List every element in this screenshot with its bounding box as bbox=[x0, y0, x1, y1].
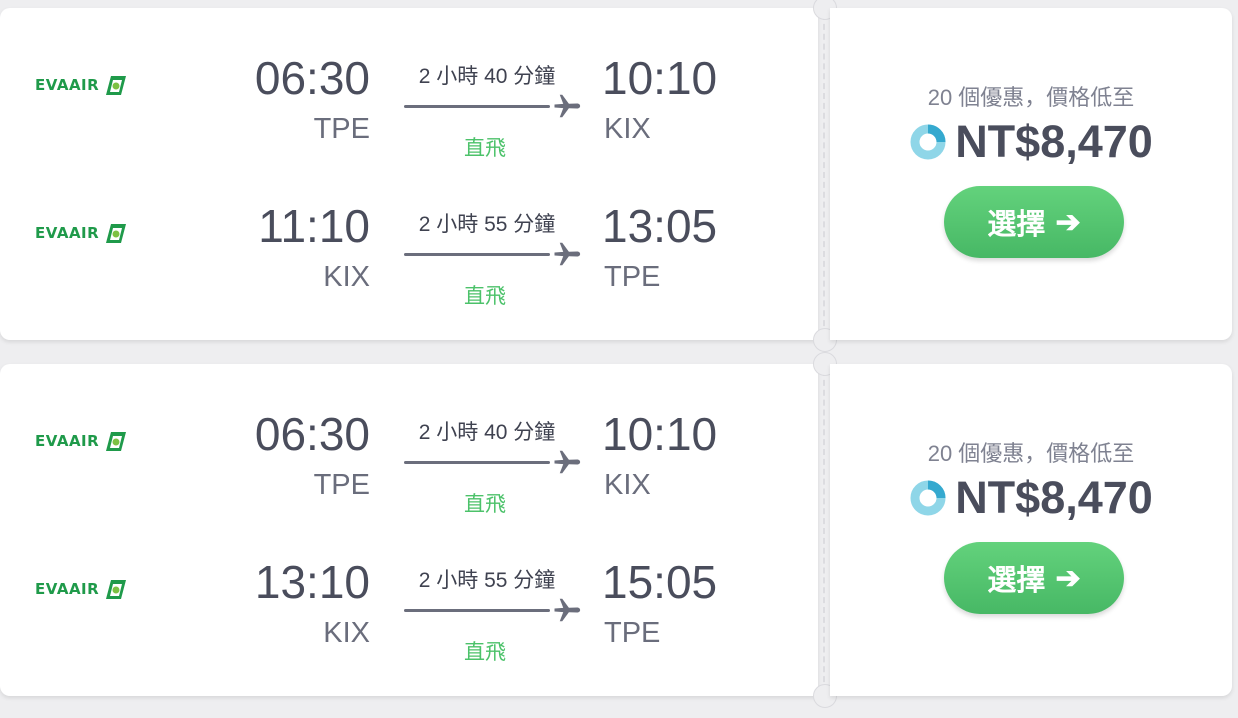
select-button[interactable]: 選擇 ➔ bbox=[944, 542, 1124, 614]
price-row: NT$8,470 bbox=[830, 116, 1232, 168]
nonstop-label: 直飛 bbox=[464, 285, 506, 308]
arrival-time: 13:05 bbox=[602, 200, 718, 252]
select-button-label: 選擇 bbox=[987, 209, 1046, 241]
arrival-airport: KIX bbox=[604, 469, 651, 501]
plane-icon bbox=[554, 242, 581, 266]
airline-logo-text: EVAAIR bbox=[35, 76, 100, 94]
deals-count-text: 20 個優惠，價格低至 bbox=[927, 441, 1135, 466]
plane-icon bbox=[554, 450, 581, 474]
ticket-divider bbox=[823, 14, 825, 336]
departure-time: 06:30 bbox=[254, 408, 370, 460]
provider-ring-icon bbox=[910, 480, 946, 516]
route-line bbox=[404, 105, 550, 108]
arrival-airport: TPE bbox=[604, 617, 661, 649]
select-button-label: 選擇 bbox=[987, 565, 1046, 597]
airline-logo-text: EVAAIR bbox=[35, 580, 100, 598]
arrow-right-icon: ➔ bbox=[1055, 205, 1081, 239]
flight-leg-outbound: EVAAIR 06:30 TPE 2 小時 40 分鐘 直飛 10:10 KIX bbox=[0, 50, 818, 160]
select-button[interactable]: 選擇 ➔ bbox=[944, 186, 1124, 258]
flight-result-card[interactable]: EVAAIR 06:30 TPE 2 小時 40 分鐘 直飛 10:10 KIX… bbox=[0, 0, 1238, 352]
route-line bbox=[404, 461, 550, 464]
flight-result-card[interactable]: EVAAIR 06:30 TPE 2 小時 40 分鐘 直飛 10:10 KIX… bbox=[0, 352, 1238, 708]
flight-leg-return: EVAAIR 13:10 KIX 2 小時 55 分鐘 直飛 15:05 TPE bbox=[0, 554, 818, 664]
eva-air-logo: EVAAIR bbox=[35, 576, 157, 602]
eva-air-logo: EVAAIR bbox=[35, 428, 157, 454]
nonstop-label: 直飛 bbox=[464, 137, 506, 160]
itinerary-panel[interactable]: EVAAIR 06:30 TPE 2 小時 40 分鐘 直飛 10:10 KIX… bbox=[0, 8, 818, 340]
eva-air-emblem-icon bbox=[106, 580, 127, 599]
eva-air-emblem-icon bbox=[106, 76, 127, 95]
flight-duration: 2 小時 40 分鐘 bbox=[418, 421, 556, 444]
route-line bbox=[404, 609, 550, 612]
route-line bbox=[404, 253, 550, 256]
eva-air-emblem-icon bbox=[106, 224, 127, 243]
ticket-divider bbox=[823, 370, 825, 692]
eva-air-logo: EVAAIR bbox=[35, 220, 157, 246]
itinerary-panel[interactable]: EVAAIR 06:30 TPE 2 小時 40 分鐘 直飛 10:10 KIX… bbox=[0, 364, 818, 696]
departure-airport: TPE bbox=[313, 469, 370, 501]
nonstop-label: 直飛 bbox=[464, 641, 506, 664]
price-panel: 20 個優惠，價格低至 NT$8,470 選擇 ➔ bbox=[830, 364, 1232, 696]
airline-logo-text: EVAAIR bbox=[35, 432, 100, 450]
price: NT$8,470 bbox=[955, 472, 1153, 523]
flight-duration: 2 小時 55 分鐘 bbox=[418, 213, 556, 236]
arrival-time: 10:10 bbox=[602, 408, 718, 460]
eva-air-logo: EVAAIR bbox=[35, 72, 157, 98]
arrival-airport: TPE bbox=[604, 261, 661, 293]
departure-airport: KIX bbox=[323, 261, 370, 293]
price-row: NT$8,470 bbox=[830, 472, 1232, 524]
departure-time: 13:10 bbox=[254, 556, 370, 608]
plane-icon bbox=[554, 94, 581, 118]
flight-duration: 2 小時 40 分鐘 bbox=[418, 65, 556, 88]
departure-airport: KIX bbox=[323, 617, 370, 649]
arrival-time: 10:10 bbox=[602, 52, 718, 104]
flight-duration: 2 小時 55 分鐘 bbox=[418, 569, 556, 592]
flight-leg-return: EVAAIR 11:10 KIX 2 小時 55 分鐘 直飛 13:05 TPE bbox=[0, 198, 818, 308]
provider-ring-icon bbox=[910, 124, 946, 160]
eva-air-emblem-icon bbox=[106, 432, 127, 451]
departure-time: 11:10 bbox=[258, 200, 370, 252]
price-panel: 20 個優惠，價格低至 NT$8,470 選擇 ➔ bbox=[830, 8, 1232, 340]
arrow-right-icon: ➔ bbox=[1055, 561, 1081, 595]
flight-leg-outbound: EVAAIR 06:30 TPE 2 小時 40 分鐘 直飛 10:10 KIX bbox=[0, 406, 818, 516]
nonstop-label: 直飛 bbox=[464, 493, 506, 516]
arrival-airport: KIX bbox=[604, 113, 651, 145]
arrival-time: 15:05 bbox=[602, 556, 718, 608]
deals-count-text: 20 個優惠，價格低至 bbox=[927, 85, 1135, 110]
departure-airport: TPE bbox=[313, 113, 370, 145]
departure-time: 06:30 bbox=[254, 52, 370, 104]
price: NT$8,470 bbox=[955, 116, 1153, 167]
airline-logo-text: EVAAIR bbox=[35, 224, 100, 242]
plane-icon bbox=[554, 598, 581, 622]
